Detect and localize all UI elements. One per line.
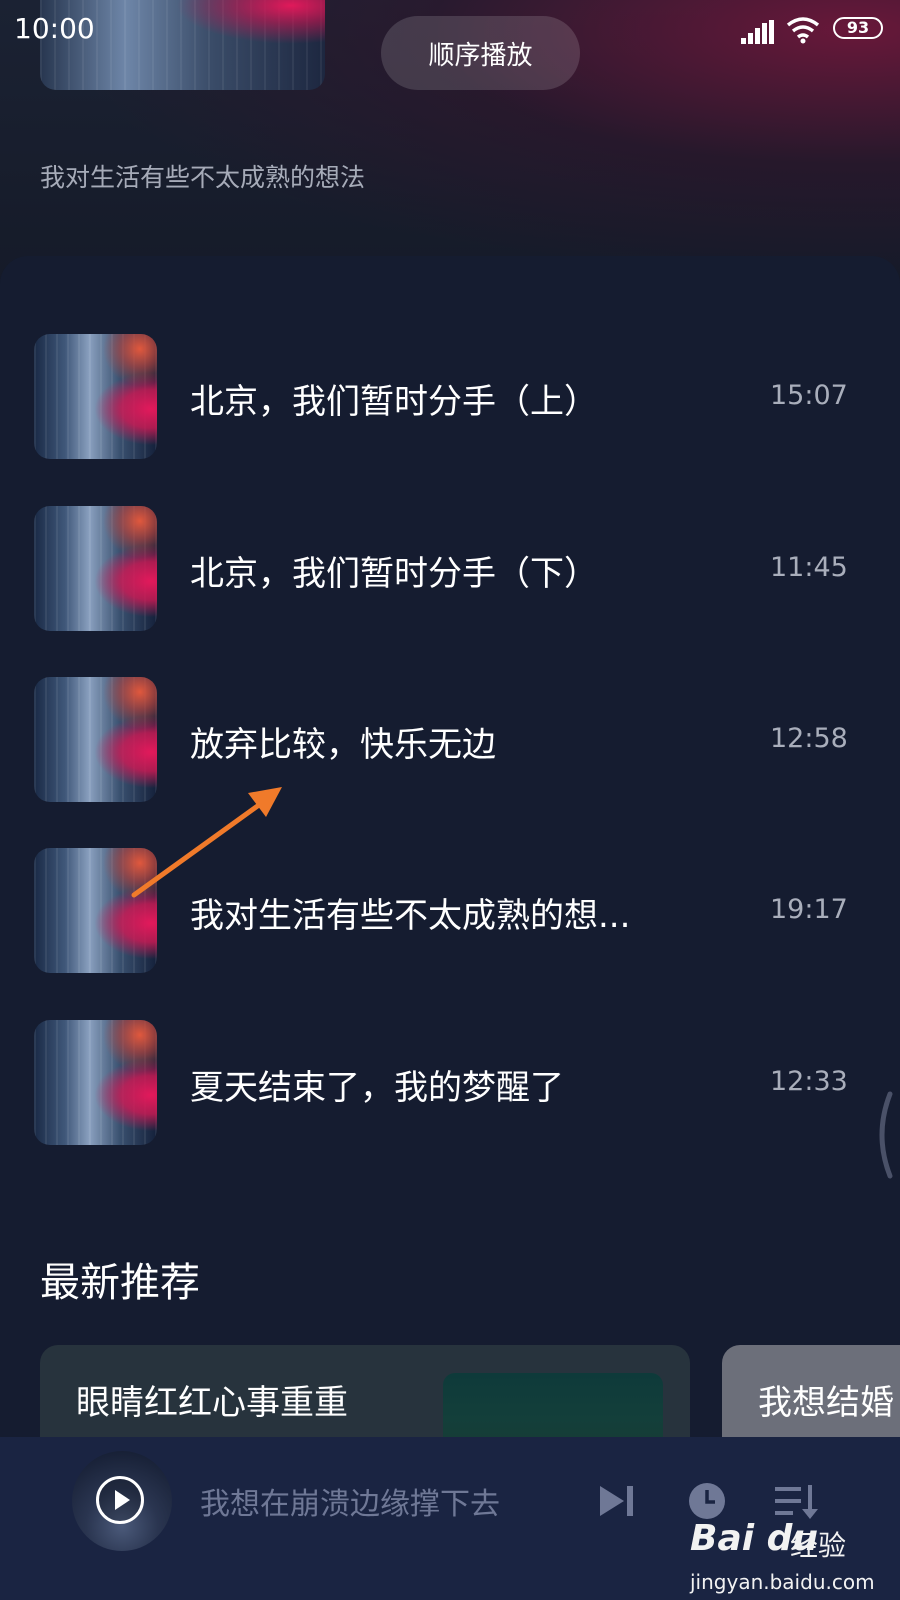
annotation-arrow bbox=[131, 787, 282, 898]
track-title: 放弃比较，快乐无边 bbox=[190, 725, 496, 765]
track-duration: 12:33 bbox=[770, 1066, 848, 1097]
track-thumbnail bbox=[34, 334, 157, 459]
track-item[interactable]: 北京，我们暂时分手（上） 15:07 bbox=[0, 334, 900, 459]
playlist-icon[interactable] bbox=[775, 1483, 819, 1521]
track-item[interactable]: 夏天结束了，我的梦醒了 12:33 bbox=[0, 1020, 900, 1145]
baidu-jingyan-watermark: Bai du 经验 jingyan.baidu.com bbox=[690, 1518, 900, 1600]
recommend-card-title: 我想结婚 bbox=[758, 1383, 894, 1423]
play-button[interactable] bbox=[96, 1476, 144, 1524]
track-title: 北京，我们暂时分手（下） bbox=[190, 554, 598, 594]
scroll-handle[interactable] bbox=[868, 1090, 898, 1180]
track-title: 北京，我们暂时分手（上） bbox=[190, 382, 598, 422]
section-title-latest: 最新推荐 bbox=[40, 1260, 200, 1306]
signal-icon bbox=[741, 20, 774, 44]
timer-icon[interactable] bbox=[687, 1481, 727, 1521]
now-playing-title[interactable]: 我想在崩溃边缘撑下去 bbox=[200, 1479, 500, 1523]
track-item[interactable]: 北京，我们暂时分手（下） 11:45 bbox=[0, 506, 900, 631]
album-description: 我对生活有些不太成熟的想法 bbox=[40, 163, 366, 192]
track-thumbnail bbox=[34, 1020, 157, 1145]
track-title: 夏天结束了，我的梦醒了 bbox=[190, 1068, 564, 1108]
play-icon bbox=[115, 1490, 130, 1510]
track-duration: 12:58 bbox=[770, 723, 848, 754]
track-duration: 15:07 bbox=[770, 380, 848, 411]
next-icon[interactable] bbox=[597, 1483, 637, 1519]
watermark-url: jingyan.baidu.com bbox=[690, 1570, 875, 1594]
status-time: 10:00 bbox=[14, 12, 95, 45]
track-thumbnail bbox=[34, 506, 157, 631]
track-duration: 19:17 bbox=[770, 894, 848, 925]
recommend-card-title: 眼睛红红心事重重 bbox=[76, 1383, 348, 1423]
watermark-product: 经验 bbox=[790, 1529, 847, 1562]
track-duration: 11:45 bbox=[770, 552, 848, 583]
battery-icon: 93 bbox=[833, 17, 883, 39]
sequential-play-button[interactable]: 顺序播放 bbox=[381, 16, 580, 90]
wifi-icon bbox=[786, 17, 820, 44]
